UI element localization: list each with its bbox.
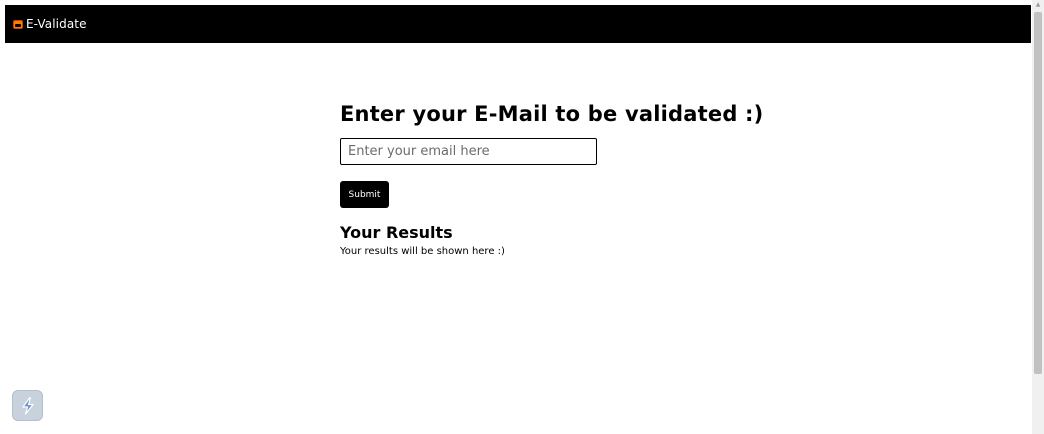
page-title: Enter your E-Mail to be validated :) <box>340 102 764 126</box>
vertical-scrollbar[interactable]: ▲ <box>1032 0 1044 434</box>
brand-link[interactable]: E-Validate <box>13 17 87 31</box>
results-text: Your results will be shown here :) <box>340 246 505 257</box>
floating-bolt-button[interactable] <box>12 390 43 421</box>
lightning-bolt-icon <box>21 396 34 415</box>
email-input[interactable] <box>340 138 597 165</box>
navbar: E-Validate <box>5 5 1031 43</box>
brand-title: E-Validate <box>26 17 87 31</box>
main-content: Enter your E-Mail to be validated :) Sub… <box>340 98 860 259</box>
results-heading: Your Results <box>340 223 453 242</box>
scrollbar-thumb[interactable] <box>1034 12 1042 374</box>
tv-icon <box>13 19 23 29</box>
page: E-Validate Enter your E-Mail to be valid… <box>0 0 1044 434</box>
submit-button[interactable]: Submit <box>340 181 389 208</box>
scroll-up-icon[interactable]: ▲ <box>1032 0 1044 10</box>
